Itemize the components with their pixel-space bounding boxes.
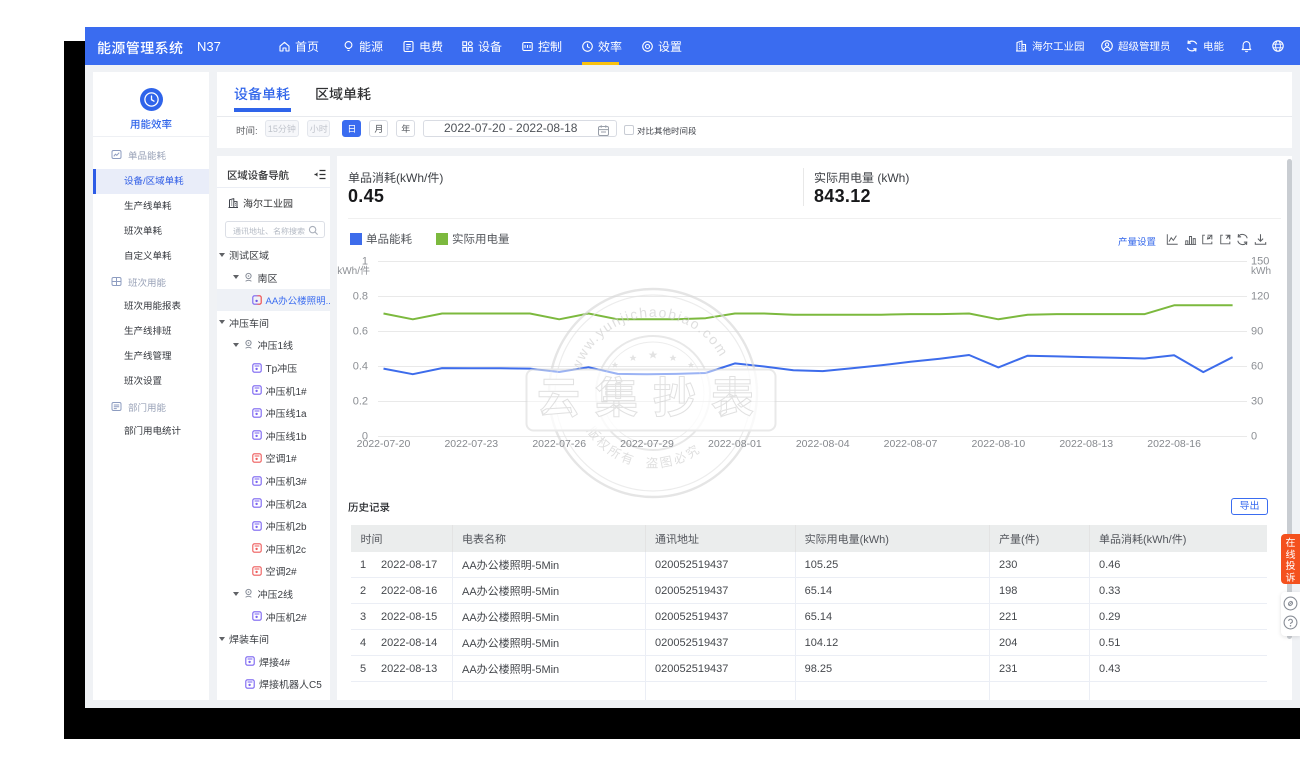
svg-text:0.4: 0.4 <box>353 361 368 373</box>
svg-text:0.2: 0.2 <box>353 396 368 408</box>
svg-text:2022-08-07: 2022-08-07 <box>884 438 938 450</box>
svg-text:60: 60 <box>1251 361 1263 373</box>
svg-text:2022-08-13: 2022-08-13 <box>1059 438 1113 450</box>
svg-text:云集抄表: 云集抄表 <box>537 364 769 426</box>
svg-text:kWh: kWh <box>1251 266 1271 277</box>
svg-text:2022-07-20: 2022-07-20 <box>357 438 411 450</box>
svg-text:2022-08-01: 2022-08-01 <box>708 438 762 450</box>
svg-text:120: 120 <box>1251 291 1269 303</box>
svg-text:kWh/件: kWh/件 <box>337 265 370 277</box>
svg-text:2022-08-16: 2022-08-16 <box>1147 438 1201 450</box>
svg-text:2022-08-04: 2022-08-04 <box>796 438 850 450</box>
svg-text:90: 90 <box>1251 326 1263 338</box>
svg-text:0: 0 <box>1251 431 1257 443</box>
svg-text:2022-07-23: 2022-07-23 <box>444 438 498 450</box>
svg-text:2022-08-10: 2022-08-10 <box>972 438 1026 450</box>
svg-text:2022-07-26: 2022-07-26 <box>532 438 586 450</box>
svg-text:2022-07-29: 2022-07-29 <box>620 438 674 450</box>
svg-text:0.8: 0.8 <box>353 291 368 303</box>
svg-text:30: 30 <box>1251 396 1263 408</box>
svg-text:0.6: 0.6 <box>353 326 368 338</box>
